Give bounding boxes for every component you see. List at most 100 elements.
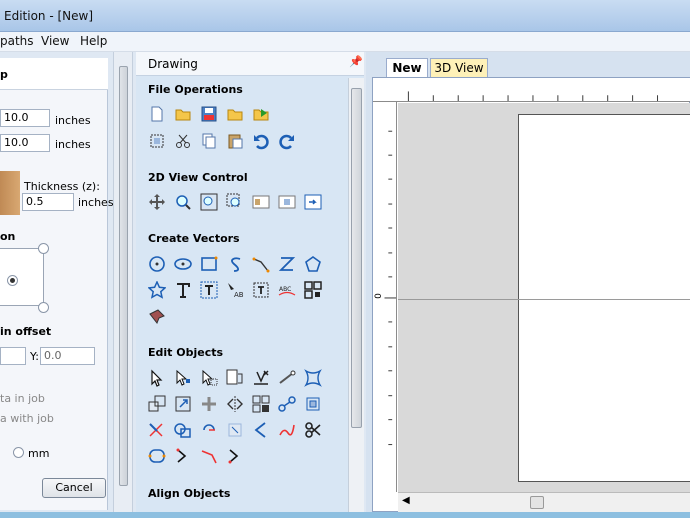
draw-polygon-icon[interactable] bbox=[304, 255, 322, 273]
select-all-icon[interactable] bbox=[148, 132, 166, 150]
cancel-button[interactable]: Cancel bbox=[42, 478, 106, 498]
zoom-box-icon[interactable] bbox=[226, 193, 244, 211]
origin-center-radio[interactable] bbox=[7, 275, 18, 286]
drawing-panel-scrollbar-thumb[interactable] bbox=[351, 88, 362, 428]
zoom-extents-icon[interactable] bbox=[200, 193, 218, 211]
x-offset-input[interactable] bbox=[0, 347, 26, 365]
origin-section-title: on bbox=[0, 230, 16, 243]
panel-scrollbar[interactable] bbox=[113, 52, 133, 512]
nest-icon[interactable] bbox=[304, 395, 322, 413]
new-file-icon[interactable] bbox=[148, 105, 166, 123]
origin-top-right-radio[interactable] bbox=[38, 243, 49, 254]
distort-icon[interactable] bbox=[304, 369, 322, 387]
draw-rectangle-icon[interactable] bbox=[200, 255, 218, 273]
fillet-corners-icon[interactable] bbox=[148, 447, 166, 465]
draw-circle-icon[interactable] bbox=[148, 255, 166, 273]
trim-icon[interactable] bbox=[148, 421, 166, 439]
view-center-icon[interactable] bbox=[278, 193, 296, 211]
resize-icon[interactable] bbox=[174, 395, 192, 413]
height-input[interactable]: 10.0 bbox=[0, 134, 50, 152]
thickness-units-label: inches bbox=[78, 196, 114, 209]
job-setup-header: p bbox=[0, 58, 108, 90]
menu-item-help[interactable]: Help bbox=[80, 34, 107, 48]
material-sheet bbox=[518, 114, 690, 482]
open-folder-icon[interactable] bbox=[174, 105, 192, 123]
weld-icon[interactable] bbox=[174, 421, 192, 439]
view-horizontal-scrollbar-thumb[interactable] bbox=[530, 496, 544, 509]
node-edit-icon[interactable] bbox=[174, 369, 192, 387]
draw-polyline-icon[interactable] bbox=[226, 255, 244, 273]
mirror-icon[interactable] bbox=[226, 395, 244, 413]
file-operations-title: File Operations bbox=[148, 83, 243, 96]
rotate-icon[interactable] bbox=[200, 395, 218, 413]
menu-bar: paths View Help bbox=[0, 32, 690, 52]
mm-radio[interactable] bbox=[13, 447, 24, 458]
offset-section-title: in offset bbox=[0, 325, 52, 338]
dogbone-icon[interactable] bbox=[200, 447, 218, 465]
save-icon[interactable] bbox=[200, 105, 218, 123]
paste-icon[interactable] bbox=[226, 132, 244, 150]
chamfer-icon[interactable] bbox=[174, 447, 192, 465]
tab-new[interactable]: New bbox=[386, 58, 428, 78]
text-box-icon[interactable] bbox=[200, 281, 218, 299]
drawing-panel: Drawing 📌 File Operations 2D View Contro… bbox=[136, 52, 364, 512]
draw-curve-icon[interactable] bbox=[252, 255, 270, 273]
draw-ellipse-icon[interactable] bbox=[174, 255, 192, 273]
draw-text-icon[interactable] bbox=[174, 281, 192, 299]
drawing-panel-title: Drawing bbox=[148, 57, 198, 71]
redo-icon[interactable] bbox=[278, 132, 296, 150]
draw-star-icon[interactable] bbox=[148, 281, 166, 299]
view-right-icon[interactable] bbox=[304, 193, 322, 211]
text-on-curve-icon[interactable]: ABC bbox=[278, 281, 296, 299]
undo-icon[interactable] bbox=[252, 132, 270, 150]
scissors-icon[interactable] bbox=[304, 421, 322, 439]
subtract-icon[interactable] bbox=[200, 421, 218, 439]
cut-icon[interactable] bbox=[174, 132, 192, 150]
qr-code-icon[interactable] bbox=[304, 281, 322, 299]
scale-icon[interactable] bbox=[148, 395, 166, 413]
thickness-input[interactable]: 0.5 bbox=[22, 193, 74, 211]
extend-curve-icon[interactable] bbox=[278, 421, 296, 439]
scroll-left-icon[interactable]: ◀ bbox=[402, 495, 410, 506]
drawing-canvas[interactable] bbox=[398, 103, 690, 492]
bitmap-trace-icon[interactable] bbox=[148, 306, 166, 324]
panel-scrollbar-thumb[interactable] bbox=[119, 66, 128, 486]
y-offset-input[interactable]: 0.0 bbox=[40, 347, 95, 365]
intersect-icon[interactable] bbox=[226, 421, 244, 439]
fillet-icon[interactable] bbox=[252, 421, 270, 439]
material-swatch bbox=[0, 171, 20, 215]
measure-icon[interactable] bbox=[278, 369, 296, 387]
select-pointer-icon[interactable] bbox=[148, 369, 166, 387]
thickness-label: Thickness (z): bbox=[24, 180, 100, 193]
job-setup-title: p bbox=[0, 68, 8, 81]
menu-item-paths[interactable]: paths bbox=[0, 34, 34, 48]
tab-3d-view[interactable]: 3D View bbox=[430, 58, 488, 78]
move-icon[interactable] bbox=[226, 369, 244, 387]
import-folder-icon[interactable] bbox=[252, 105, 270, 123]
text-fit-icon[interactable] bbox=[252, 281, 270, 299]
pan-icon[interactable] bbox=[148, 193, 166, 211]
ruler-zero-label: 0 bbox=[373, 293, 384, 299]
drawing-panel-scrollbar[interactable] bbox=[348, 78, 364, 512]
create-vectors-title: Create Vectors bbox=[148, 232, 240, 245]
align-delete-icon[interactable] bbox=[252, 369, 270, 387]
auto-layout-text-icon[interactable]: AB bbox=[226, 281, 244, 299]
align-objects-title: Align Objects bbox=[148, 487, 231, 500]
view-horizontal-scrollbar[interactable]: ◀ bbox=[398, 492, 690, 512]
draw-arc-icon[interactable] bbox=[278, 255, 296, 273]
copy-icon[interactable] bbox=[200, 132, 218, 150]
transform-select-icon[interactable] bbox=[200, 369, 218, 387]
close-vector-icon[interactable] bbox=[226, 447, 244, 465]
pin-icon[interactable]: 📌 bbox=[349, 55, 363, 68]
menu-item-view[interactable]: View bbox=[41, 34, 69, 48]
width-input[interactable]: 10.0 bbox=[0, 109, 50, 127]
view-left-icon[interactable] bbox=[252, 193, 270, 211]
zoom-in-icon[interactable] bbox=[174, 193, 192, 211]
open-folder-2-icon[interactable] bbox=[226, 105, 244, 123]
height-units-label: inches bbox=[55, 138, 91, 151]
origin-selector bbox=[0, 248, 44, 306]
join-icon[interactable] bbox=[278, 395, 296, 413]
origin-bottom-right-radio[interactable] bbox=[38, 302, 49, 313]
array-copy-icon[interactable] bbox=[252, 395, 270, 413]
taskbar-strip bbox=[0, 512, 690, 518]
